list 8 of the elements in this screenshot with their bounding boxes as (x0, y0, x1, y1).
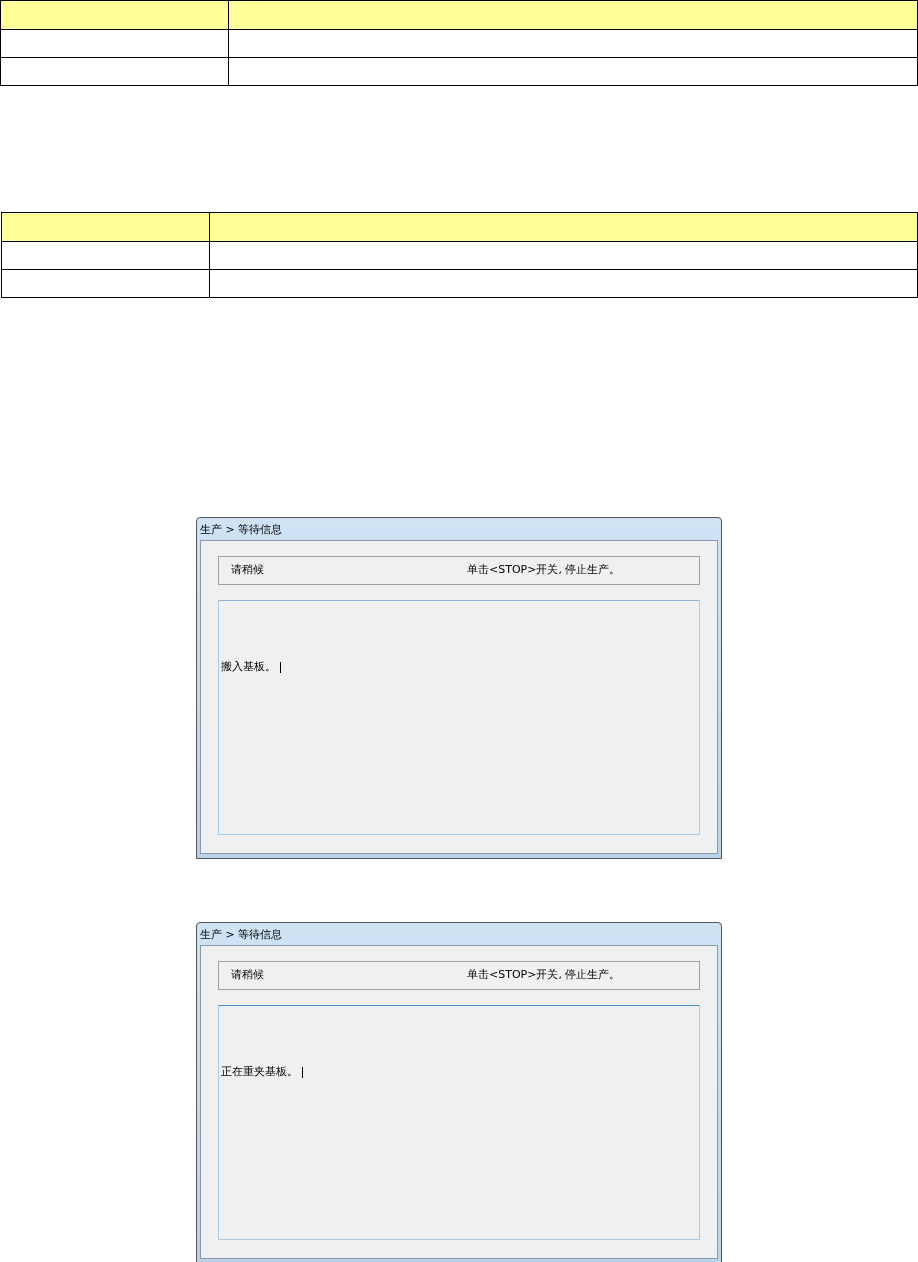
message-text: 正在重夹基板。 (221, 1064, 298, 1080)
status-text: 请稍候 (231, 967, 265, 984)
instruction-text: 单击<STOP>开关, 停止生产。 (467, 562, 621, 579)
instruction-text: 单击<STOP>开关, 停止生产。 (467, 967, 621, 984)
window-title: 生产 > 等待信息 (200, 928, 283, 940)
status-text: 请稍候 (231, 562, 265, 579)
window-title: 生产 > 等待信息 (200, 523, 283, 535)
message-text: 搬入基板。 (221, 659, 276, 675)
